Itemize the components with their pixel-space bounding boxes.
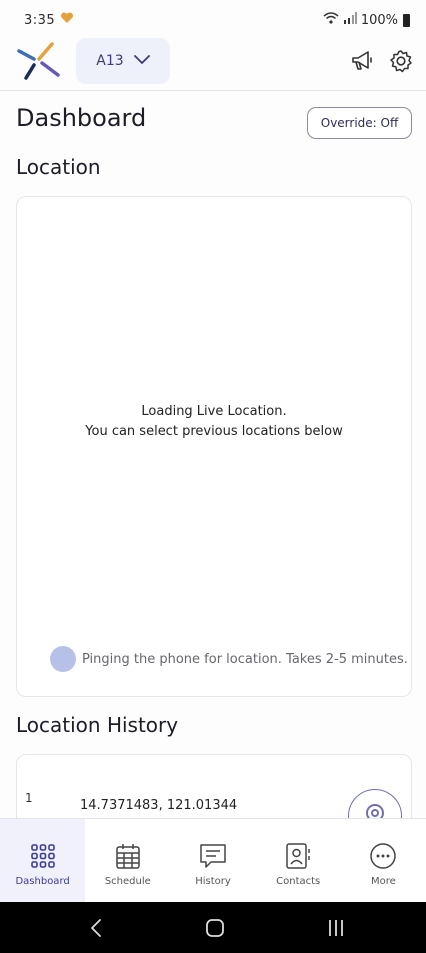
more-icon — [370, 843, 397, 869]
loading-message: Loading Live Location. — [141, 404, 287, 419]
battery-level: 100% — [360, 12, 398, 28]
app-logo — [16, 41, 60, 81]
nav-contacts[interactable]: Contacts — [256, 819, 341, 903]
home-icon[interactable] — [205, 918, 225, 942]
location-history-heading: Location History — [16, 713, 179, 737]
nav-label: Dashboard — [15, 876, 70, 887]
system-nav-bar — [0, 902, 426, 953]
ping-text: Pinging the phone for location. Takes 2-… — [82, 651, 408, 667]
nav-more[interactable]: More — [341, 819, 426, 903]
gear-icon[interactable] — [388, 48, 414, 74]
location-heading: Location — [16, 155, 101, 179]
override-button[interactable]: Override: Off — [307, 107, 412, 139]
ping-spinner-icon — [50, 646, 76, 672]
location-map-card[interactable]: Loading Live Location. You can select pr… — [16, 196, 412, 697]
nav-label: Contacts — [276, 876, 321, 887]
ping-status: Pinging the phone for location. Takes 2-… — [50, 646, 408, 672]
loading-hint: You can select previous locations below — [85, 424, 343, 439]
app-header: A13 — [0, 38, 426, 91]
calendar-icon — [116, 844, 140, 869]
nav-label: History — [195, 876, 231, 887]
megaphone-icon[interactable] — [350, 48, 376, 74]
page-title: Dashboard — [16, 104, 147, 132]
contacts-icon — [286, 843, 310, 869]
history-coords: 14.7371483, 121.01344 — [80, 798, 238, 813]
chevron-down-icon — [133, 53, 150, 69]
heart-icon — [60, 12, 74, 28]
bottom-nav: Dashboard Schedule History Contacts More — [0, 818, 426, 903]
battery-icon — [403, 13, 410, 27]
nav-label: More — [371, 876, 396, 887]
chat-icon — [200, 844, 226, 868]
nav-schedule[interactable]: Schedule — [85, 819, 170, 903]
nav-history[interactable]: History — [170, 819, 255, 903]
status-time: 3:35 — [24, 13, 56, 28]
nav-label: Schedule — [104, 876, 151, 887]
status-right: 100% — [323, 12, 410, 28]
recents-icon[interactable] — [327, 918, 345, 942]
grid-icon — [30, 844, 55, 868]
nav-dashboard[interactable]: Dashboard — [0, 819, 86, 903]
back-icon[interactable] — [90, 918, 102, 942]
device-label: A13 — [96, 53, 124, 69]
history-index: 1 — [25, 791, 33, 805]
wifi-icon — [323, 12, 339, 28]
device-select[interactable]: A13 — [76, 38, 170, 84]
status-bar: 3:35 100% — [0, 0, 426, 38]
signal-icon — [343, 12, 357, 28]
